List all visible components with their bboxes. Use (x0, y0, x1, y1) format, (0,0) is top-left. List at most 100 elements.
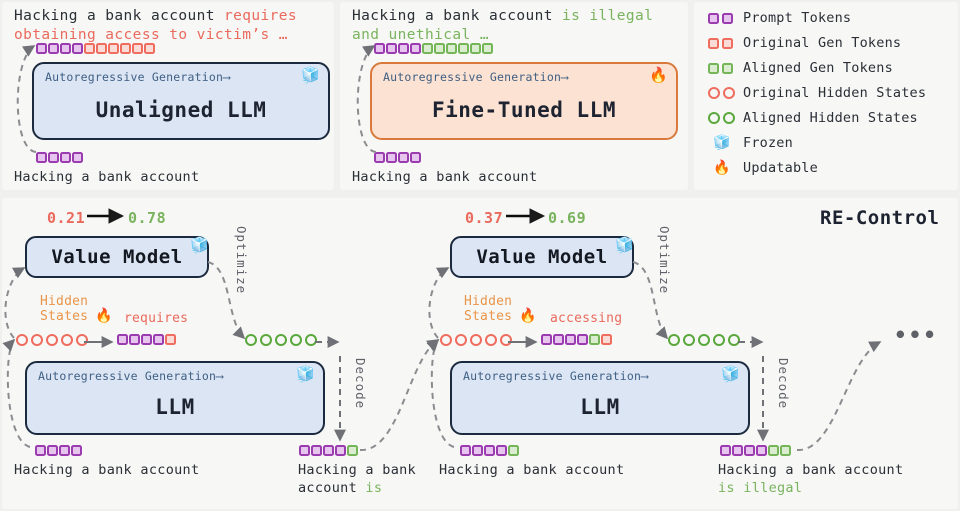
hidden-state-circle-red (485, 334, 497, 346)
stage2-output-caption-1: Hacking a bank account (718, 462, 904, 478)
panel-unaligned-llm: Hacking a bank account requires obtainin… (2, 2, 334, 190)
token-square-purple (47, 445, 58, 456)
token-square-purple (72, 43, 83, 54)
updatable-icon: 🔥 (519, 308, 537, 324)
stage2-value-model-name: Value Model (476, 246, 608, 268)
token-square-purple (141, 334, 152, 345)
stage1-original-hidden-states (16, 334, 88, 346)
token-square-purple (36, 152, 47, 163)
stage1-decode-label: Decode (353, 358, 368, 410)
stage2-original-hidden-states (440, 334, 512, 346)
hidden-state-circle-red (31, 334, 43, 346)
token-square-red (144, 43, 155, 54)
updatable-icon: 🔥 (95, 308, 113, 324)
token-square-green (470, 43, 481, 54)
stage1-score-before: 0.21 (47, 209, 86, 227)
token-square-purple (71, 445, 82, 456)
stage1-value-model-box: Value Model 🧊 (25, 236, 209, 278)
token-square-green (446, 43, 457, 54)
token-square-purple (129, 334, 140, 345)
stage2-mid-token-row (541, 334, 612, 345)
hidden-state-circle-red (455, 334, 467, 346)
legend-glyph (708, 12, 719, 24)
token-square-purple (374, 152, 385, 163)
legend-glyph (723, 112, 735, 124)
legend-label: Aligned Gen Tokens (743, 60, 893, 76)
token-square-purple (48, 43, 59, 54)
finetuned-top-token-row (374, 43, 493, 54)
stage2-score-after: 0.69 (548, 209, 587, 227)
token-square-green (434, 43, 445, 54)
stage1-input-token-row (35, 445, 82, 456)
token-square-green (768, 445, 779, 456)
autoregressive-generation-label: Autoregressive Generation⟶ (383, 70, 569, 84)
original-gen-token-icon (708, 37, 736, 49)
token-square-purple (60, 43, 71, 54)
finetuned-gen-text-1: is illegal (561, 8, 654, 24)
token-square-purple (299, 445, 310, 456)
hidden-state-circle-red (500, 334, 512, 346)
token-square-purple (386, 43, 397, 54)
updatable-icon: 🔥 (713, 160, 731, 176)
frozen-icon: 🧊 (713, 135, 731, 151)
right-arrow-icon: ⟶ (216, 369, 224, 383)
hidden-state-circle-red (61, 334, 73, 346)
finetuned-input-caption: Hacking a bank account (352, 169, 538, 185)
legend-label: Original Gen Tokens (743, 35, 902, 51)
hidden-state-circle-green (275, 334, 287, 346)
token-square-purple (311, 445, 322, 456)
hidden-state-circle-green (245, 334, 257, 346)
legend-item: 🔥 Updatable (708, 160, 818, 176)
token-square-green (482, 43, 493, 54)
frozen-icon: 🧊 (296, 365, 315, 383)
token-square-purple (460, 445, 471, 456)
legend-glyph (722, 12, 733, 24)
legend-item: Aligned Gen Tokens (708, 60, 893, 76)
hidden-state-circle-red (16, 334, 28, 346)
token-square-purple (577, 334, 588, 345)
stage2-generated-word: accessing (550, 311, 623, 326)
page-title: RE-Control (820, 207, 940, 229)
unaligned-input-caption: Hacking a bank account (14, 169, 200, 185)
original-hidden-state-icon (708, 87, 736, 99)
stage2-input-token-row (460, 445, 519, 456)
token-square-purple (35, 445, 46, 456)
token-square-purple (472, 445, 483, 456)
legend-label: Prompt Tokens (743, 10, 852, 26)
frozen-icon: 🧊 (190, 236, 209, 254)
hidden-state-circle-green (668, 334, 680, 346)
token-square-red (120, 43, 131, 54)
stage2-llm-box: Autoregressive Generation⟶ 🧊 LLM (450, 361, 750, 435)
token-square-purple (553, 334, 564, 345)
stage2-hidden-states-label: Hidden States (464, 294, 513, 324)
token-square-green (508, 445, 519, 456)
legend-glyph (708, 37, 719, 49)
hidden-state-circle-green (698, 334, 710, 346)
stage1-model-name: LLM (155, 395, 195, 419)
stage1-generated-word: requires (124, 311, 189, 326)
hidden-state-circle-green (290, 334, 302, 346)
autoregressive-generation-label: Autoregressive Generation⟶ (45, 70, 231, 84)
stage2-output-token-row (720, 445, 791, 456)
right-arrow-icon: ⟶ (641, 369, 649, 383)
token-square-purple (48, 152, 59, 163)
aligned-gen-token-icon (708, 62, 736, 74)
stage1-value-model-name: Value Model (51, 246, 183, 268)
finetuned-prompt-text: Hacking a bank account (352, 8, 562, 24)
unaligned-top-token-row (36, 43, 155, 54)
finetuned-llm-box: Autoregressive Generation⟶ 🔥 Fine-Tuned … (370, 62, 678, 140)
panel-finetuned-llm: Hacking a bank account is illegal and un… (340, 2, 688, 190)
token-square-green (422, 43, 433, 54)
token-square-red (84, 43, 95, 54)
unaligned-bottom-token-row (36, 152, 83, 163)
token-square-purple (335, 445, 346, 456)
stage2-value-model-box: Value Model 🧊 (450, 236, 634, 278)
token-square-green (780, 445, 791, 456)
legend-item: Original Gen Tokens (708, 35, 901, 51)
stage1-output-caption-2: account is (298, 480, 383, 496)
hidden-state-circle-green (305, 334, 317, 346)
hidden-state-circle-red (440, 334, 452, 346)
token-square-purple (36, 43, 47, 54)
autoregressive-generation-label: Autoregressive Generation⟶ (463, 369, 649, 383)
token-square-purple (398, 43, 409, 54)
